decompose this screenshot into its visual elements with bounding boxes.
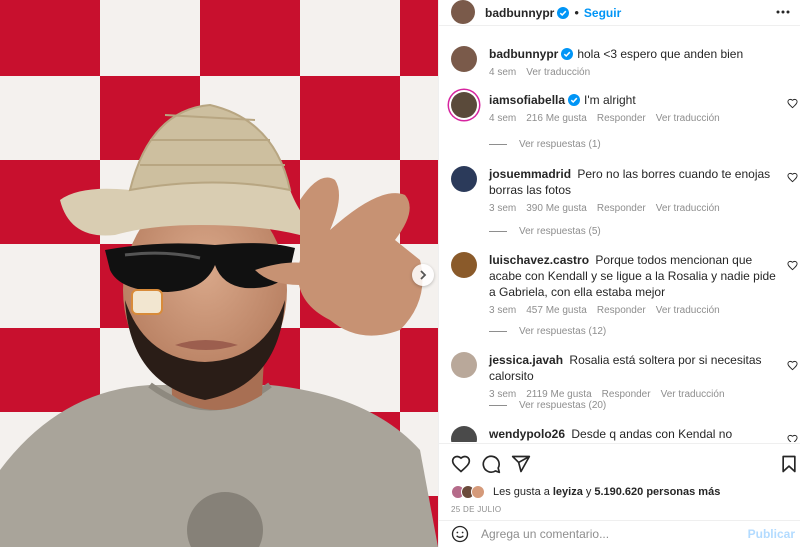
see-translation-link[interactable]: Ver traducción [656,201,720,217]
author-avatar[interactable] [451,0,475,24]
caption-time: 4 sem [489,67,517,78]
publish-button[interactable]: Publicar [748,527,795,541]
likes-summary[interactable]: Les gusta a leyiza y 5.190.620 personas … [451,485,720,499]
reply-button[interactable]: Responder [597,111,646,127]
reply-button[interactable]: Responder [597,303,646,319]
comment-avatar[interactable] [451,252,477,278]
like-comment-icon[interactable] [787,260,798,271]
comment-time: 4 sem [489,113,517,124]
likes-connector: y [585,486,592,498]
comment-avatar[interactable] [451,352,477,378]
view-replies-label: Ver respuestas (5) [519,226,601,237]
comment-input[interactable] [481,527,731,541]
comment-likes[interactable]: 216 Me gusta [526,111,587,127]
chevron-right-icon [420,270,427,280]
replies-divider [489,331,507,332]
likes-user[interactable]: leyiza [553,486,583,498]
verified-icon [568,94,581,106]
photo-illustration [0,0,438,547]
emoji-icon[interactable] [451,525,469,543]
comment-username[interactable]: josuemmadrid [489,167,571,181]
comment-avatar[interactable] [451,92,477,118]
like-comment-icon[interactable] [787,360,798,371]
liker-avatars [451,485,485,499]
comment-time: 3 sem [489,203,517,214]
share-icon[interactable] [511,454,531,474]
liker-avatar [471,485,485,499]
author-avatar[interactable] [451,46,477,72]
post-date[interactable]: 25 DE JULIO [451,505,501,514]
comment-username[interactable]: wendypolo26 [489,427,565,441]
comment-time: 3 sem [489,305,517,316]
heart-icon[interactable] [451,454,471,474]
post-side-panel: badbunnypr • Seguir badbunnypr hola <3 es… [438,0,800,547]
view-replies-button[interactable]: Ver respuestas (20) [489,400,606,411]
next-photo-button[interactable] [412,264,434,286]
comment-username[interactable]: jessica.javah [489,353,563,367]
replies-divider [489,405,507,406]
see-translation-link[interactable]: Ver traducción [656,303,720,319]
replies-divider [489,144,507,145]
comment-likes[interactable]: 390 Me gusta [526,201,587,217]
comments-list: badbunnypr hola <3 espero que anden bien … [439,34,800,442]
see-translation-link[interactable]: Ver traducción [661,387,725,403]
comment-icon[interactable] [481,454,501,474]
see-translation-link[interactable]: Ver traducción [526,65,590,81]
add-comment-bar: Publicar [439,520,800,547]
like-comment-icon[interactable] [787,434,798,442]
view-replies-label: Ver respuestas (12) [519,326,607,337]
view-replies-button[interactable]: Ver respuestas (5) [489,226,601,237]
view-replies-button[interactable]: Ver respuestas (1) [489,139,601,150]
see-translation-link[interactable]: Ver traducción [656,111,720,127]
verified-icon [561,48,574,60]
author-username[interactable]: badbunnypr [489,47,558,61]
comment-likes[interactable]: 457 Me gusta [526,303,587,319]
comment-text: I'm alright [584,93,636,107]
comment-avatar[interactable] [451,166,477,192]
bookmark-icon[interactable] [779,454,799,474]
likes-prefix: Les gusta a [493,486,550,498]
like-comment-icon[interactable] [787,172,798,183]
likes-others[interactable]: 5.190.620 personas más [594,486,720,498]
reply-button[interactable]: Responder [597,201,646,217]
post-actions: Les gusta a leyiza y 5.190.620 personas … [439,443,800,527]
verified-icon [557,6,570,19]
view-replies-label: Ver respuestas (1) [519,139,601,150]
post-photo[interactable] [0,0,438,547]
post-header: badbunnypr • Seguir [439,0,800,26]
comment-username[interactable]: luischavez.castro [489,253,589,267]
more-options-icon[interactable] [775,6,791,18]
like-comment-icon[interactable] [787,98,798,109]
follow-button[interactable]: Seguir [584,6,621,20]
comment-username[interactable]: iamsofiabella [489,93,565,107]
view-replies-label: Ver respuestas (20) [519,400,607,411]
replies-divider [489,231,507,232]
separator-dot: • [574,5,579,20]
comment-avatar[interactable] [451,426,477,442]
view-replies-button[interactable]: Ver respuestas (12) [489,326,606,337]
author-username[interactable]: badbunnypr [485,6,554,20]
reply-button[interactable]: Responder [602,387,651,403]
caption-text: hola <3 espero que anden bien [577,47,744,61]
